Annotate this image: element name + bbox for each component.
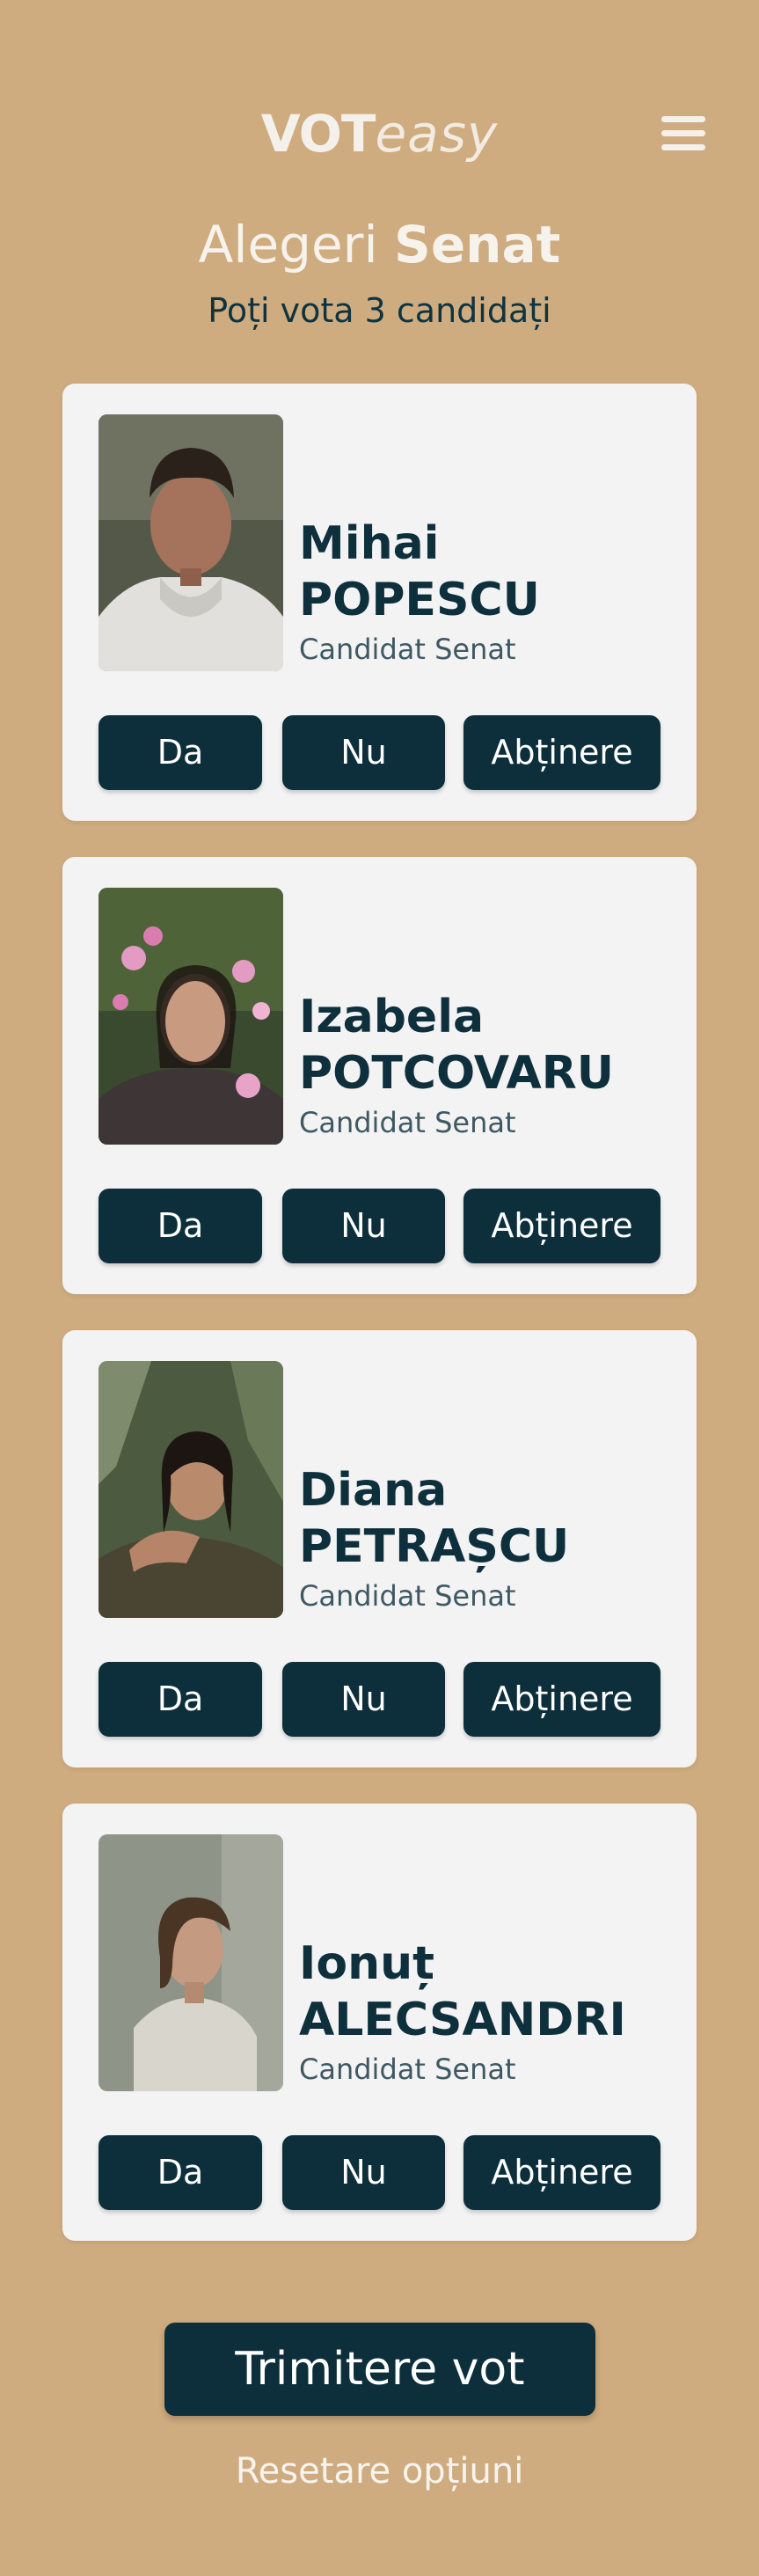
app-header: VOTeasy [0, 0, 759, 194]
vote-abstain-button[interactable]: Abținere [463, 715, 660, 790]
candidate-last-name: ALECSANDRI [299, 1994, 626, 2046]
candidate-photo [99, 414, 283, 671]
vote-abstain-button[interactable]: Abținere [463, 2135, 660, 2210]
candidate-card: Izabela POTCOVARU Candidat Senat Da Nu Ab… [62, 857, 697, 1294]
vote-yes-button[interactable]: Da [99, 1662, 262, 1737]
candidate-card: Diana PETRAȘCU Candidat Senat Da Nu Abțin… [62, 1330, 697, 1767]
page-title: Alegeri Senat [0, 209, 759, 280]
vote-no-button[interactable]: Nu [282, 715, 445, 790]
candidate-photo [99, 1361, 283, 1618]
vote-yes-button[interactable]: Da [99, 1189, 262, 1263]
candidate-role: Candidat Senat [299, 633, 516, 666]
logo-light-text: easy [375, 104, 499, 164]
reset-options-link[interactable]: Resetare opțiuni [0, 2447, 759, 2496]
candidate-last-name: PETRAȘCU [299, 1520, 570, 1573]
page-subtitle: Poți vota 3 candidați [208, 291, 551, 330]
vote-no-button[interactable]: Nu [282, 1189, 445, 1263]
page-title-bold: Senat [394, 215, 561, 274]
candidate-role: Candidat Senat [299, 1579, 516, 1613]
candidate-first-name: Izabela [299, 991, 485, 1043]
vote-no-button[interactable]: Nu [282, 2135, 445, 2210]
vote-abstain-button[interactable]: Abținere [463, 1189, 660, 1263]
vote-no-button[interactable]: Nu [282, 1662, 445, 1737]
candidate-role: Candidat Senat [299, 1106, 516, 1139]
candidate-name: Ionuț ALECSANDRI [299, 1936, 686, 2048]
candidate-last-name: POTCOVARU [299, 1047, 614, 1100]
hamburger-menu-icon[interactable] [661, 113, 709, 153]
candidate-card: Mihai POPESCU Candidat Senat Da Nu Abține… [62, 384, 697, 821]
vote-yes-button[interactable]: Da [99, 715, 262, 790]
candidate-first-name: Diana [299, 1464, 448, 1517]
candidate-first-name: Ionuț [299, 1937, 434, 1990]
logo-bold-text: VOT [260, 104, 376, 164]
candidate-first-name: Mihai [299, 517, 440, 570]
candidate-name: Mihai POPESCU [299, 516, 686, 628]
page-title-light: Alegeri [198, 215, 395, 274]
candidate-name: Izabela POTCOVARU [299, 989, 686, 1101]
candidate-role: Candidat Senat [299, 2053, 516, 2086]
logo[interactable]: VOTeasy [0, 99, 759, 169]
vote-yes-button[interactable]: Da [99, 2135, 262, 2210]
candidate-photo [99, 888, 283, 1145]
candidate-last-name: POPESCU [299, 574, 540, 626]
candidate-card: Ionuț ALECSANDRI Candidat Senat Da Nu Abț… [62, 1804, 697, 2241]
submit-vote-button[interactable]: Trimitere vot [164, 2323, 595, 2416]
candidate-name: Diana PETRAȘCU [299, 1462, 686, 1575]
candidate-photo [99, 1834, 283, 2091]
vote-abstain-button[interactable]: Abținere [463, 1662, 660, 1737]
